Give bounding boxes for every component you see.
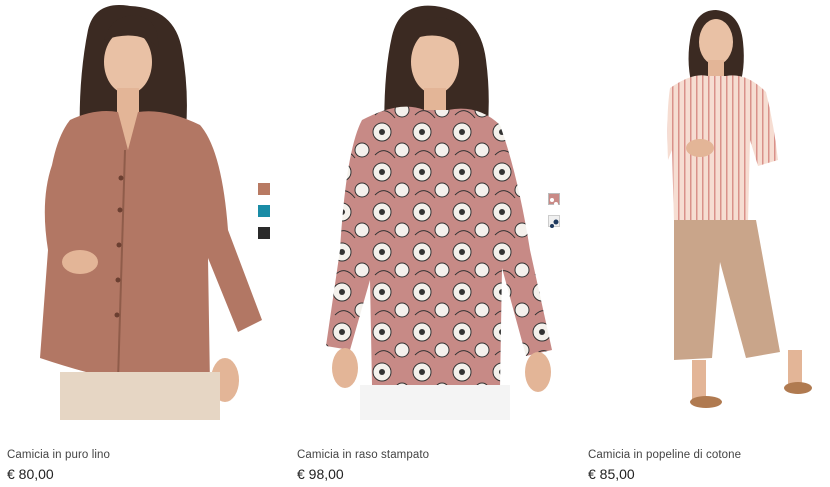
product-price: € 85,00 — [588, 466, 635, 482]
product-title[interactable]: Camicia in puro lino — [7, 449, 110, 461]
color-swatch-teal[interactable] — [258, 205, 270, 217]
product-price: € 80,00 — [7, 466, 54, 482]
product-image[interactable] — [0, 0, 280, 420]
product-price: € 98,00 — [297, 466, 344, 482]
product-title[interactable]: Camicia in popeline di cotone — [588, 449, 741, 461]
color-swatch-floral-navy[interactable] — [548, 215, 560, 228]
product-image[interactable] — [588, 0, 830, 420]
product-image[interactable] — [290, 0, 570, 420]
color-swatch-brown[interactable] — [258, 183, 270, 195]
color-swatch-black[interactable] — [258, 227, 270, 239]
color-swatch-floral-pink[interactable] — [548, 193, 560, 206]
product-title[interactable]: Camicia in raso stampato — [297, 449, 429, 461]
